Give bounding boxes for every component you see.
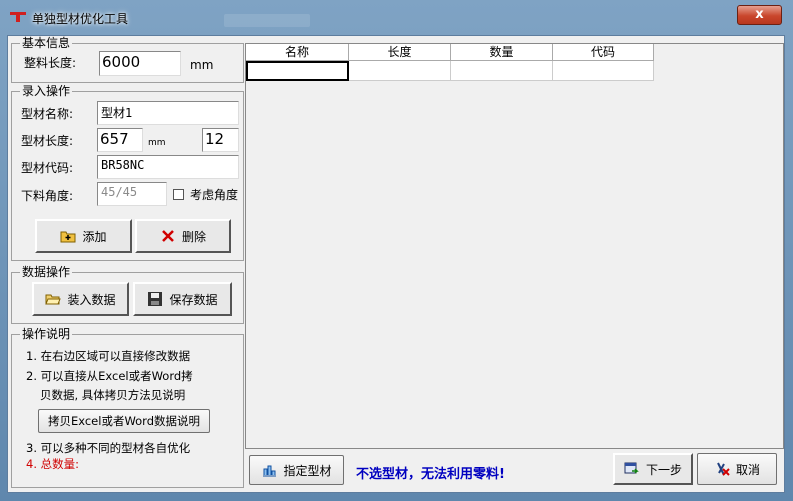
next-label: 下一步	[645, 462, 682, 477]
quantity-input[interactable]: 12	[202, 128, 239, 152]
next-window-icon	[624, 462, 639, 474]
data-ops-legend: 数据操作	[20, 265, 73, 279]
consider-angle-checkbox[interactable]	[173, 189, 184, 200]
basic-info-group: 基本信息 整料长度: 6000 mm	[11, 36, 244, 83]
cancel-label: 取消	[735, 462, 760, 477]
profile-name-label: 型材名称:	[21, 107, 74, 121]
instructions-legend: 操作说明	[20, 327, 73, 341]
warning-text: 不选型材，无法利用零料!	[356, 467, 505, 482]
table-cell[interactable]	[451, 61, 553, 81]
instruction-1: 1. 在右边区域可以直接修改数据	[26, 349, 191, 363]
data-ops-group: 数据操作 装入数据 保存数据	[11, 265, 244, 324]
client-area: 基本信息 整料长度: 6000 mm 录入操作 型材名称: 型材1 型材长度: …	[7, 35, 785, 493]
column-header-name[interactable]: 名称	[246, 44, 349, 61]
profile-length-input[interactable]: 657	[97, 128, 143, 152]
basic-info-legend: 基本信息	[20, 36, 73, 50]
delete-button[interactable]: 删除	[135, 219, 231, 253]
add-button[interactable]: 添加	[35, 219, 132, 253]
profile-name-input[interactable]: 型材1	[97, 101, 239, 125]
table-cell[interactable]	[553, 61, 654, 81]
save-data-label: 保存数据	[169, 292, 218, 307]
delete-x-icon	[162, 230, 174, 242]
instructions-group: 操作说明 1. 在右边区域可以直接修改数据 2. 可以直接从Excel或者Wor…	[11, 327, 244, 488]
column-header-length[interactable]: 长度	[349, 44, 451, 61]
save-data-button[interactable]: 保存数据	[133, 282, 232, 316]
title-bar[interactable]: 单独型材优化工具 x	[0, 0, 793, 34]
data-grid[interactable]: 名称 长度 数量 代码	[245, 43, 784, 449]
add-folder-icon	[60, 231, 76, 243]
table-cell[interactable]	[246, 61, 349, 81]
cut-angle-input[interactable]: 45/45	[97, 182, 167, 206]
copy-instructions-button[interactable]: 拷贝Excel或者Word数据说明	[38, 409, 210, 433]
delete-label: 删除	[181, 229, 206, 244]
open-folder-icon	[45, 294, 62, 305]
total-quantity-label: 4. 总数量:	[26, 457, 80, 471]
profile-length-label: 型材长度:	[21, 134, 74, 148]
entry-group: 录入操作 型材名称: 型材1 型材长度: 657 mm 12 型材代码: BR5…	[11, 84, 244, 261]
cut-angle-label: 下料角度:	[21, 189, 74, 203]
column-header-code[interactable]: 代码	[553, 44, 654, 61]
instruction-3: 3. 可以多种不同的型材各自优化	[26, 441, 191, 455]
application-window: 单独型材优化工具 x 基本信息 整料长度: 6000 mm 录入操作 型材名称:…	[0, 0, 793, 501]
stock-length-label: 整料长度:	[24, 56, 77, 70]
table-cell[interactable]	[349, 61, 451, 81]
instruction-2b: 贝数据, 具体拷贝方法见说明	[40, 388, 186, 402]
cancel-icon	[717, 462, 730, 476]
load-data-label: 装入数据	[67, 292, 116, 307]
entry-legend: 录入操作	[20, 84, 73, 98]
instruction-2a: 2. 可以直接从Excel或者Word拷	[26, 369, 193, 383]
stock-length-input[interactable]: 6000	[99, 51, 181, 76]
title-ghost-text	[224, 14, 310, 27]
load-data-button[interactable]: 装入数据	[32, 282, 129, 316]
app-icon	[10, 12, 26, 22]
consider-angle-label: 考虑角度	[190, 188, 239, 202]
cancel-button[interactable]: 取消	[697, 453, 777, 485]
copy-instructions-label: 拷贝Excel或者Word数据说明	[47, 414, 201, 428]
profile-chart-icon	[263, 465, 277, 477]
add-label: 添加	[82, 229, 107, 244]
specify-profile-button[interactable]: 指定型材	[249, 455, 344, 485]
stock-length-unit: mm	[190, 58, 214, 72]
specify-profile-label: 指定型材	[283, 463, 332, 478]
window-title: 单独型材优化工具	[32, 12, 129, 26]
close-icon: x	[755, 7, 764, 22]
column-header-quantity[interactable]: 数量	[451, 44, 553, 61]
close-button[interactable]: x	[737, 5, 782, 25]
profile-code-input[interactable]: BR58NC	[97, 155, 239, 179]
profile-length-unit: mm	[148, 138, 166, 148]
profile-code-label: 型材代码:	[21, 161, 74, 175]
floppy-disk-icon	[148, 292, 163, 306]
next-button[interactable]: 下一步	[613, 453, 693, 485]
